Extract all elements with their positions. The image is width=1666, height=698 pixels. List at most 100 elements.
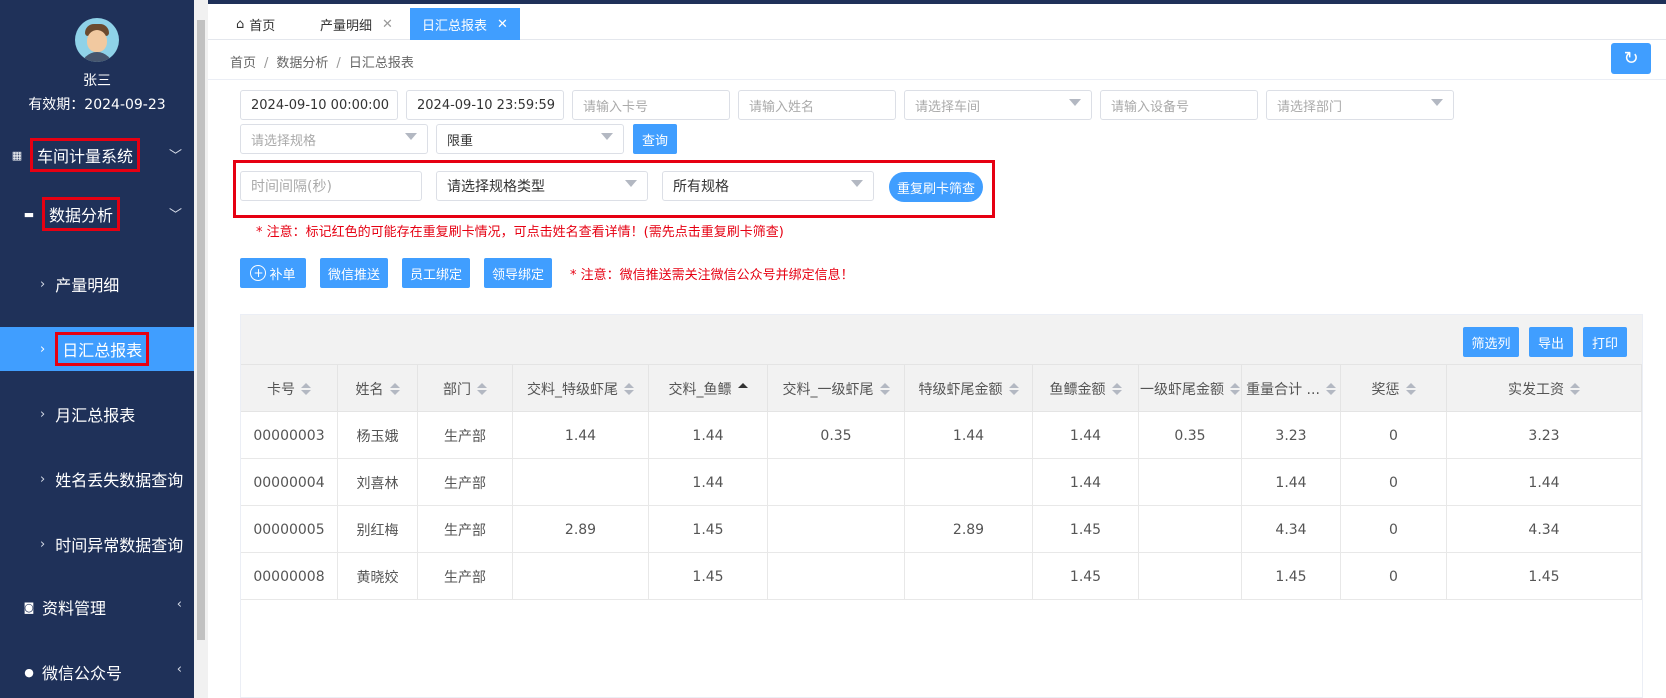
table-row[interactable]: 00000004 刘喜林 生产部 1.44 1.44 1.44 0 1.44 bbox=[241, 459, 1642, 506]
column-header[interactable]: 交料_一级虾尾 bbox=[768, 365, 905, 412]
department-select[interactable]: 请选择部门 bbox=[1266, 90, 1454, 120]
sort-icon[interactable] bbox=[1405, 382, 1416, 396]
close-icon[interactable]: ✕ bbox=[382, 17, 393, 32]
duplicate-swipe-check-button[interactable]: 重复刷卡筛查 bbox=[889, 172, 983, 202]
table-cell: 生产部 bbox=[418, 553, 513, 600]
table-cell bbox=[1139, 459, 1242, 506]
name-input[interactable]: 请输入姓名 bbox=[738, 90, 896, 120]
sidebar-item-missing-name[interactable]: › 姓名丢失数据查询 bbox=[0, 457, 194, 501]
table-cell: 00000003 bbox=[241, 412, 338, 459]
chevron-right-icon: › bbox=[40, 341, 46, 357]
query-button[interactable]: 查询 bbox=[633, 124, 677, 154]
sidebar-group-wechat[interactable]: ● 微信公众号 ‹ bbox=[0, 650, 194, 694]
filter-columns-button[interactable]: 筛选列 bbox=[1463, 327, 1519, 357]
sort-icon[interactable] bbox=[1230, 382, 1240, 396]
spec-select[interactable]: 请选择规格 bbox=[240, 124, 428, 154]
sort-icon[interactable] bbox=[301, 382, 311, 396]
breadcrumb-item[interactable]: 数据分析 bbox=[276, 56, 328, 71]
user-profile: 张三 有效期：2024-09-23 bbox=[0, 18, 194, 114]
refresh-button[interactable]: ↻ bbox=[1611, 43, 1651, 74]
sidebar-group-analysis[interactable]: ▬ 数据分析 ﹀ bbox=[0, 192, 194, 236]
sidebar-group-workshop[interactable]: ▦ 车间计量系统 ﹀ bbox=[0, 133, 194, 177]
wechat-push-button[interactable]: 微信推送 bbox=[320, 258, 388, 288]
column-header[interactable]: 奖惩 bbox=[1341, 365, 1447, 412]
plus-circle-icon: + bbox=[250, 265, 267, 281]
table-cell: 0 bbox=[1341, 412, 1447, 459]
leader-bind-button[interactable]: 领导绑定 bbox=[484, 258, 552, 288]
table-toolbar: 筛选列 导出 打印 bbox=[241, 315, 1642, 365]
employee-name-cell[interactable]: 刘喜林 bbox=[338, 459, 418, 506]
export-button[interactable]: 导出 bbox=[1529, 327, 1573, 357]
time-interval-input[interactable]: 时间间隔(秒) bbox=[240, 171, 422, 201]
tab-output-detail[interactable]: 产量明细 ✕ bbox=[320, 8, 393, 40]
dropdown-arrow-icon bbox=[405, 133, 417, 140]
sort-icon[interactable] bbox=[737, 382, 748, 396]
device-number-input[interactable]: 请输入设备号 bbox=[1100, 90, 1258, 120]
refresh-icon: ↻ bbox=[1623, 48, 1639, 69]
chevron-right-icon: › bbox=[40, 536, 46, 552]
sort-icon[interactable] bbox=[1111, 382, 1122, 396]
user-name: 张三 bbox=[83, 73, 111, 89]
table-row[interactable]: 00000008 黄晓姣 生产部 1.45 1.45 1.45 0 1.45 bbox=[241, 553, 1642, 600]
column-header[interactable]: 特级虾尾金额 bbox=[905, 365, 1033, 412]
all-spec-select[interactable]: 所有规格 bbox=[662, 171, 874, 201]
sidebar-group-data-mgmt[interactable]: ◙ 资料管理 ‹ bbox=[0, 585, 194, 629]
table-cell: 00000008 bbox=[241, 553, 338, 600]
table-cell bbox=[768, 553, 905, 600]
sort-icon[interactable] bbox=[879, 382, 890, 396]
column-header[interactable]: 实发工资 bbox=[1447, 365, 1642, 412]
table-row[interactable]: 00000003 杨玉娥 生产部 1.44 1.44 0.35 1.44 1.44 0.35 3.… bbox=[241, 412, 1642, 459]
table-cell: 2.89 bbox=[513, 506, 649, 553]
sidebar-item-time-anomaly[interactable]: › 时间异常数据查询 bbox=[0, 522, 194, 566]
chevron-right-icon: › bbox=[40, 406, 46, 422]
start-time-input[interactable]: 2024-09-10 00:00:00 bbox=[240, 90, 398, 120]
column-header[interactable]: 部门 bbox=[418, 365, 513, 412]
home-icon: ⌂ bbox=[236, 16, 245, 32]
column-header[interactable]: 姓名 bbox=[338, 365, 418, 412]
column-header[interactable]: 一级虾尾金额 bbox=[1139, 365, 1242, 412]
tab-daily-report[interactable]: 日汇总报表 ✕ bbox=[410, 8, 520, 40]
close-icon[interactable]: ✕ bbox=[497, 17, 508, 32]
column-header[interactable]: 鱼鳔金额 bbox=[1033, 365, 1139, 412]
employee-name-cell[interactable]: 黄晓姣 bbox=[338, 553, 418, 600]
add-record-button[interactable]: + 补单 bbox=[240, 258, 306, 288]
staff-bind-button[interactable]: 员工绑定 bbox=[402, 258, 470, 288]
sidebar-item-daily-report[interactable]: › 日汇总报表 bbox=[0, 327, 194, 371]
employee-name-cell[interactable]: 别红梅 bbox=[338, 506, 418, 553]
table-cell bbox=[768, 506, 905, 553]
card-number-input[interactable]: 请输入卡号 bbox=[572, 90, 730, 120]
table-cell: 1.44 bbox=[1447, 459, 1642, 506]
end-time-input[interactable]: 2024-09-10 23:59:59 bbox=[406, 90, 564, 120]
table-row[interactable]: 00000005 别红梅 生产部 2.89 1.45 2.89 1.45 4.34 0 4.34 bbox=[241, 506, 1642, 553]
column-header[interactable]: 卡号 bbox=[241, 365, 338, 412]
sort-icon[interactable] bbox=[624, 382, 634, 396]
sidebar-item-monthly-report[interactable]: › 月汇总报表 bbox=[0, 392, 194, 436]
sort-icon[interactable] bbox=[1008, 382, 1019, 396]
table-cell: 生产部 bbox=[418, 506, 513, 553]
avatar[interactable] bbox=[75, 18, 119, 62]
sort-icon[interactable] bbox=[389, 382, 400, 396]
sort-icon[interactable] bbox=[1325, 382, 1336, 396]
print-button[interactable]: 打印 bbox=[1583, 327, 1627, 357]
sidebar-item-output-detail[interactable]: › 产量明细 bbox=[0, 262, 194, 306]
workshop-select[interactable]: 请选择车间 bbox=[904, 90, 1092, 120]
table-cell: 1.45 bbox=[1033, 506, 1139, 553]
tab-home[interactable]: ⌂ 首页 bbox=[236, 8, 275, 40]
sort-icon[interactable] bbox=[477, 382, 487, 396]
column-header[interactable]: 交料_鱼鳔 bbox=[649, 365, 768, 412]
chevron-right-icon: › bbox=[40, 276, 46, 292]
column-header[interactable]: 交料_特级虾尾 bbox=[513, 365, 649, 412]
column-header[interactable]: 重量合计 ... bbox=[1242, 365, 1341, 412]
chevron-down-icon: ﹀ bbox=[168, 208, 182, 223]
table-cell: 1.45 bbox=[649, 506, 768, 553]
sidebar-scrollbar[interactable] bbox=[194, 0, 208, 698]
breadcrumb-item[interactable]: 首页 bbox=[230, 56, 256, 71]
sort-icon[interactable] bbox=[1570, 382, 1580, 396]
wechat-icon: ● bbox=[24, 665, 34, 679]
employee-name-cell[interactable]: 杨玉娥 bbox=[338, 412, 418, 459]
weight-limit-select[interactable]: 限重 bbox=[436, 124, 624, 154]
table-cell: 生产部 bbox=[418, 412, 513, 459]
sidebar-item-label: 时间异常数据查询 bbox=[55, 536, 184, 555]
spec-type-select[interactable]: 请选择规格类型 bbox=[436, 171, 648, 201]
breadcrumb-bar: 首页 / 数据分析 / 日汇总报表 ↻ bbox=[208, 40, 1666, 80]
